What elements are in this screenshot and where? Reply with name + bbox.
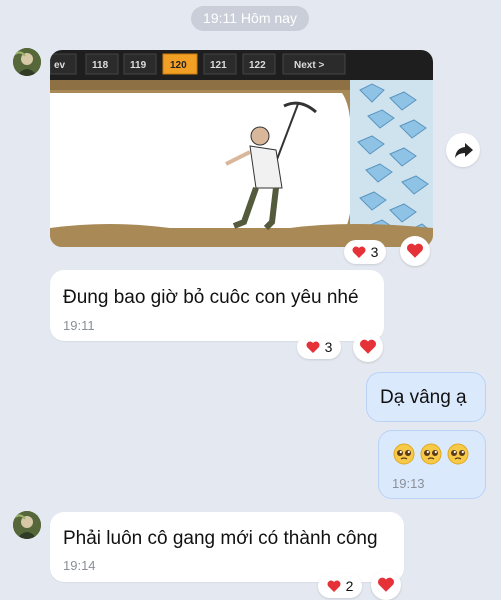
message-time: 19:11 [63,318,95,333]
reaction-count: 2 [345,578,354,594]
image-message[interactable]: ev 118 119 120 121 122 Next > [50,50,433,247]
heart-icon [407,243,423,258]
page-118: 118 [92,60,109,71]
pleading-face-emojis [393,443,469,465]
incoming-message[interactable]: Phải luôn cô gang mới có thành công 19:1… [50,512,404,582]
heart-icon [352,246,366,258]
heart-icon [360,339,376,354]
page-next: Next > [294,60,324,71]
miner-diamonds-image: ev 118 119 120 121 122 Next > [50,50,433,247]
heart-icon [306,341,320,353]
share-button[interactable] [446,133,480,167]
react-heart-button[interactable] [400,236,430,266]
page-120-active: 120 [170,60,187,71]
message-time: 19:14 [63,558,96,573]
date-divider: 19:11 Hôm nay [191,6,309,31]
reaction-count-pill[interactable]: 2 [318,574,362,598]
pleading-face-icon [420,443,442,465]
reaction-count: 3 [324,339,333,355]
outgoing-emoji-message[interactable]: 🥹🥹🥹 19:13 [378,430,486,499]
share-arrow-icon [455,143,473,158]
message-text: Dạ vâng ạ [380,387,467,408]
message-time: 19:13 [392,476,425,491]
heart-icon [327,580,341,592]
outgoing-message[interactable]: Dạ vâng ạ [366,372,486,422]
incoming-message[interactable]: Đung bao giờ bỏ cuôc con yêu nhé 19:11 [50,270,384,341]
pleading-face-icon [393,443,415,465]
message-text: Đung bao giờ bỏ cuôc con yêu nhé [63,287,359,308]
page-119: 119 [130,60,147,71]
page-121: 121 [210,60,227,71]
react-heart-button[interactable] [353,332,383,362]
heart-icon [378,577,394,592]
avatar-image [13,48,41,76]
avatar[interactable] [13,48,41,76]
pleading-face-icon [447,443,469,465]
reaction-count-pill[interactable]: 3 [344,240,386,264]
page-prev: ev [54,60,66,71]
page-122: 122 [249,60,266,71]
message-text: Phải luôn cô gang mới có thành công [63,528,378,549]
react-heart-button[interactable] [371,570,401,600]
reaction-count: 3 [370,244,379,260]
avatar[interactable] [13,511,41,539]
reaction-count-pill[interactable]: 3 [297,335,341,359]
avatar-image [13,511,41,539]
